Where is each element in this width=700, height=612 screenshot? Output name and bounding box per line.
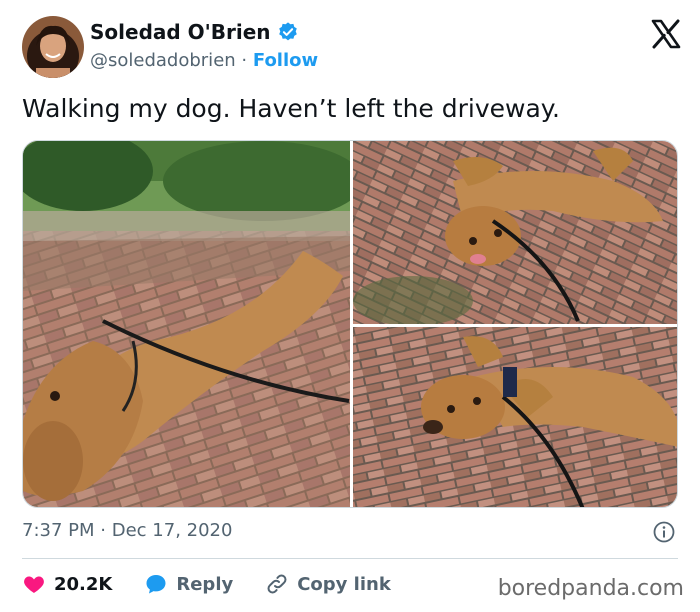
tweet-card: Soledad O'Brien @soledadobrien · Follow … [0, 0, 700, 612]
link-icon [267, 574, 287, 594]
handle-separator: · [241, 50, 248, 71]
divider [22, 558, 678, 559]
watermark: boredpanda.com [497, 576, 684, 601]
reply-bubble-icon [146, 575, 166, 594]
timestamp[interactable]: 7:37 PM · Dec 17, 2020 [22, 520, 232, 541]
photo-dog-rolling-top[interactable] [353, 141, 677, 324]
tweet-time: 7:37 PM [22, 520, 95, 541]
tweet-date: Dec 17, 2020 [111, 520, 233, 541]
verified-badge-icon [277, 21, 299, 43]
handle-row: @soledadobrien · Follow [90, 50, 318, 71]
photo-dog-lying-driveway[interactable] [23, 141, 350, 507]
time-separator: · [100, 520, 106, 541]
heart-icon [24, 576, 44, 593]
copy-link-button[interactable]: Copy link [265, 572, 391, 596]
copy-link-label: Copy link [297, 573, 391, 595]
like-button[interactable]: 20.2K [22, 572, 112, 596]
author-handle[interactable]: @soledadobrien [90, 50, 236, 71]
author-name[interactable]: Soledad O'Brien [90, 20, 271, 44]
like-count: 20.2K [54, 573, 113, 595]
media-grid [22, 140, 678, 508]
follow-button[interactable]: Follow [253, 50, 318, 71]
reply-label: Reply [176, 573, 234, 595]
action-bar: 20.2K Reply Copy link [22, 570, 423, 598]
tweet-text: Walking my dog. Haven’t left the drivewa… [22, 94, 560, 123]
name-row: Soledad O'Brien [90, 20, 299, 44]
reply-button[interactable]: Reply [144, 572, 233, 596]
tweet-header: Soledad O'Brien @soledadobrien · Follow [22, 14, 682, 78]
photo-dog-rolling-bottom[interactable] [353, 327, 677, 507]
avatar[interactable] [22, 16, 84, 78]
info-icon[interactable] [652, 520, 676, 544]
x-logo-icon[interactable] [650, 18, 682, 50]
